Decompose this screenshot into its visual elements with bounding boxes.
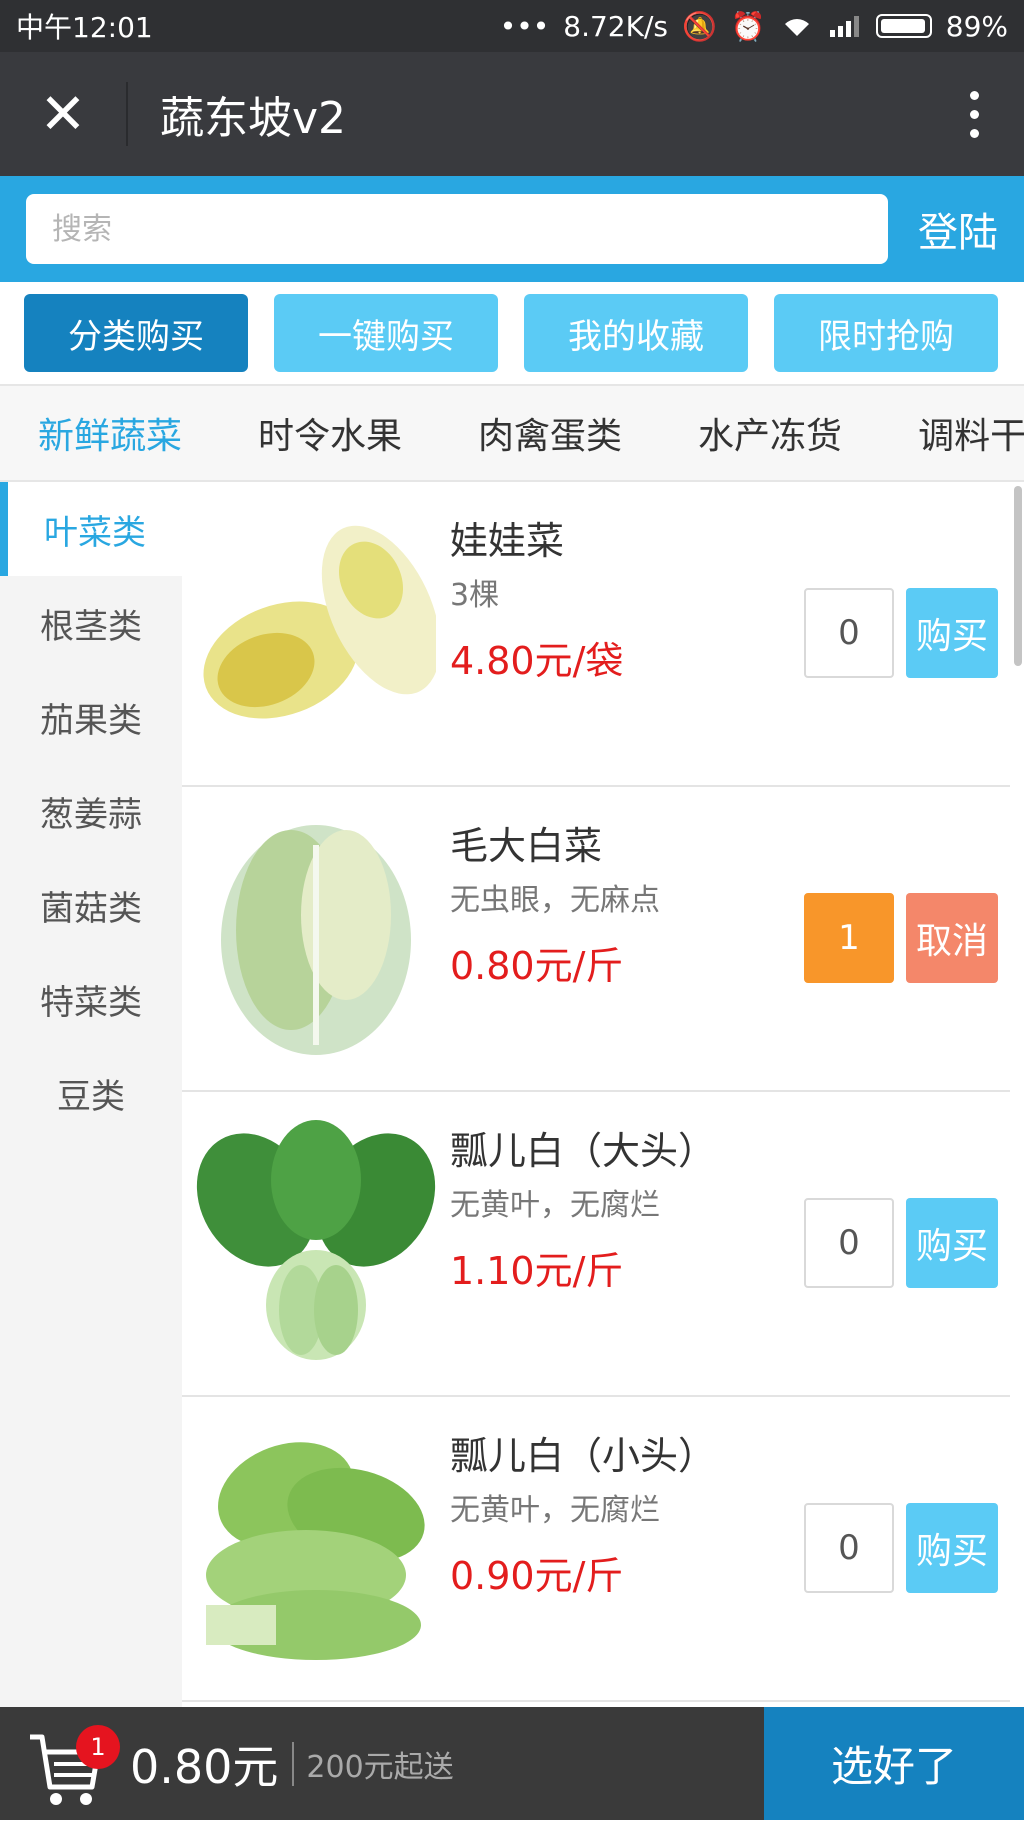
sidebar-item-onion-ginger-garlic[interactable]: 葱姜蒜 bbox=[0, 764, 182, 858]
network-speed: 8.72K/s bbox=[563, 9, 669, 43]
category-tabs: 新鲜蔬菜 时令水果 肉禽蛋类 水产冻货 调料干 bbox=[0, 386, 1024, 482]
tab-seafood-frozen[interactable]: 水产冻货 bbox=[660, 407, 880, 459]
tab-fresh-vegetables[interactable]: 新鲜蔬菜 bbox=[0, 407, 220, 459]
product-name: 瓢儿白（小头） bbox=[450, 1434, 717, 1478]
category-buy-button[interactable]: 分类购买 bbox=[24, 294, 248, 372]
search-input[interactable] bbox=[26, 194, 888, 264]
cart-bar: 1 0.80元 200元起送 选好了 bbox=[0, 1707, 1024, 1820]
sidebar-item-leafy[interactable]: 叶菜类 bbox=[0, 482, 182, 576]
more-dots-icon: ••• bbox=[499, 9, 550, 43]
tab-meat-poultry-eggs[interactable]: 肉禽蛋类 bbox=[440, 407, 660, 459]
tab-seasonings[interactable]: 调料干 bbox=[880, 407, 1024, 459]
mute-bell-icon: 🔕 bbox=[682, 9, 717, 43]
battery-percent: 89% bbox=[945, 9, 1008, 43]
wifi-icon bbox=[784, 19, 809, 36]
product-desc: 无黄叶，无腐烂 bbox=[450, 1493, 660, 1528]
cancel-button[interactable]: 取消 bbox=[906, 893, 998, 983]
baby-cabbage-image bbox=[196, 510, 436, 750]
title-bar: ✕ 蔬东坡v2 bbox=[0, 52, 1024, 176]
minimum-order-note: 200元起送 bbox=[306, 1749, 454, 1785]
sidebar-item-root[interactable]: 根茎类 bbox=[0, 576, 182, 670]
buy-button[interactable]: 购买 bbox=[906, 588, 998, 678]
cart-count-badge: 1 bbox=[76, 1725, 120, 1769]
search-bar: 登陆 bbox=[0, 176, 1024, 282]
napa-cabbage-image bbox=[196, 815, 436, 1055]
tab-seasonal-fruit[interactable]: 时令水果 bbox=[220, 407, 440, 459]
product-desc: 3棵 bbox=[450, 578, 500, 613]
divider bbox=[292, 1741, 295, 1786]
sidebar-item-fruit-veg[interactable]: 茄果类 bbox=[0, 670, 182, 764]
quantity-field[interactable]: 0 bbox=[804, 1503, 894, 1593]
page-title: 蔬东坡v2 bbox=[160, 93, 347, 144]
product-row: 毛大白菜 无虫眼，无麻点 0.80元/斤 1 取消 bbox=[182, 787, 1010, 1092]
one-click-buy-button[interactable]: 一键购买 bbox=[274, 294, 498, 372]
more-menu-icon[interactable] bbox=[924, 52, 1024, 176]
buy-button[interactable]: 购买 bbox=[906, 1503, 998, 1593]
battery-icon bbox=[875, 14, 932, 38]
product-desc: 无虫眼，无麻点 bbox=[450, 883, 660, 918]
sidebar-item-beans[interactable]: 豆类 bbox=[0, 1046, 182, 1140]
product-row: 瓢儿白（大头） 无黄叶，无腐烂 1.10元/斤 0 购买 bbox=[182, 1092, 1010, 1397]
product-price: 0.80元/斤 bbox=[450, 944, 624, 988]
favorites-button[interactable]: 我的收藏 bbox=[524, 294, 748, 372]
bok-choy-small-image bbox=[196, 1425, 436, 1665]
quantity-field[interactable]: 1 bbox=[804, 893, 894, 983]
alarm-icon: ⏰ bbox=[730, 9, 766, 43]
product-name: 毛大白菜 bbox=[450, 824, 603, 868]
product-price: 4.80元/袋 bbox=[450, 639, 624, 683]
sidebar-item-mushroom[interactable]: 菌菇类 bbox=[0, 858, 182, 952]
product-name: 娃娃菜 bbox=[450, 519, 565, 563]
status-time: 中午12:01 bbox=[16, 11, 153, 44]
quantity-field[interactable]: 0 bbox=[804, 1198, 894, 1288]
quantity-field[interactable]: 0 bbox=[804, 588, 894, 678]
login-button[interactable]: 登陆 bbox=[888, 200, 998, 258]
status-bar: 中午12:01 ••• 8.72K/s 🔕 ⏰ 89% bbox=[0, 0, 1024, 52]
cart-total: 0.80元 bbox=[130, 1739, 279, 1794]
product-price: 0.90元/斤 bbox=[450, 1554, 624, 1598]
product-desc: 无黄叶，无腐烂 bbox=[450, 1188, 660, 1223]
cart-button[interactable]: 1 bbox=[0, 1707, 120, 1820]
product-row: 瓢儿白（小头） 无黄叶，无腐烂 0.90元/斤 0 购买 bbox=[182, 1397, 1010, 1702]
product-list: 娃娃菜 3棵 4.80元/袋 0 购买 毛大白菜 无虫眼，无麻点 0.80元/斤… bbox=[182, 482, 1010, 1707]
sidebar-item-special[interactable]: 特菜类 bbox=[0, 952, 182, 1046]
action-button-row: 分类购买 一键购买 我的收藏 限时抢购 bbox=[0, 282, 1024, 386]
bok-choy-large-image bbox=[196, 1120, 436, 1360]
buy-button[interactable]: 购买 bbox=[906, 1198, 998, 1288]
close-icon[interactable]: ✕ bbox=[0, 52, 126, 176]
product-price: 1.10元/斤 bbox=[450, 1249, 624, 1293]
scrollbar[interactable] bbox=[1012, 482, 1024, 1707]
flash-sale-button[interactable]: 限时抢购 bbox=[774, 294, 998, 372]
checkout-button[interactable]: 选好了 bbox=[764, 1707, 1024, 1820]
product-row: 娃娃菜 3棵 4.80元/袋 0 购买 bbox=[182, 482, 1010, 787]
subcategory-sidebar: 叶菜类 根茎类 茄果类 葱姜蒜 菌菇类 特菜类 豆类 bbox=[0, 482, 182, 1707]
product-name: 瓢儿白（大头） bbox=[450, 1129, 717, 1173]
signal-icon bbox=[829, 16, 859, 37]
